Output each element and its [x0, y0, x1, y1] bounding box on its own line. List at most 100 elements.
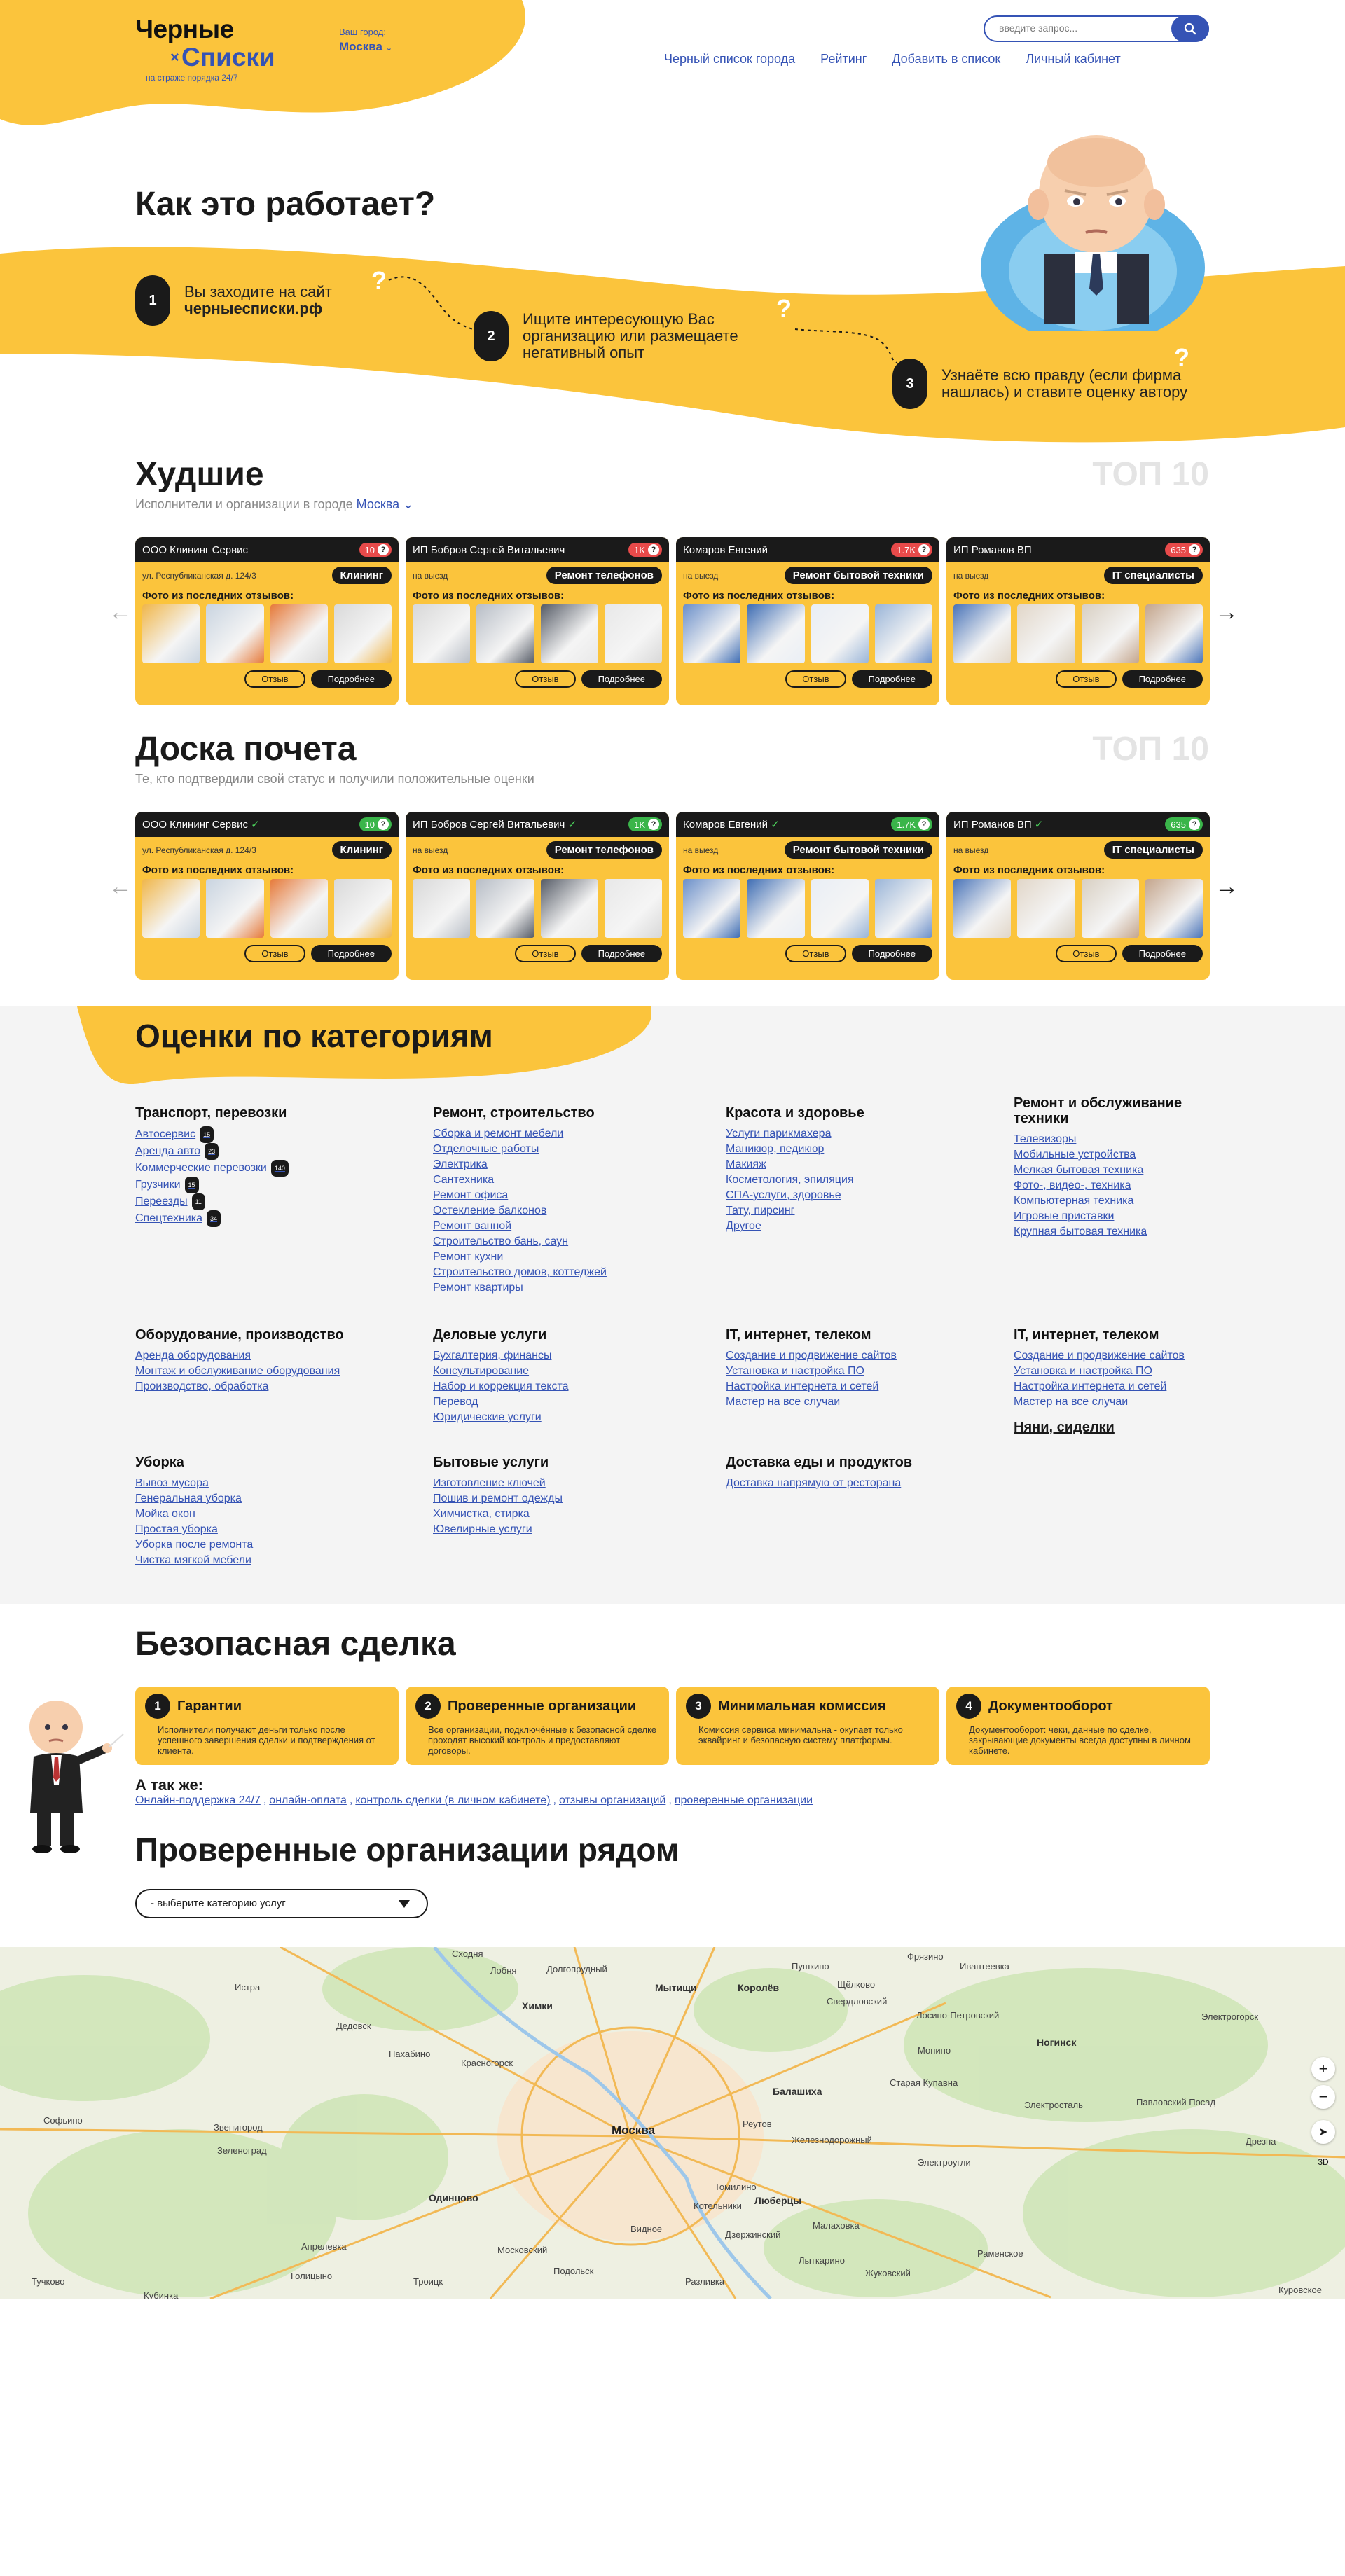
category-link[interactable]: Уборка после ремонта	[135, 1537, 401, 1553]
review-photo[interactable]	[476, 879, 534, 938]
category-link[interactable]: Косметология, эпиляция	[726, 1172, 992, 1188]
org-card[interactable]: Комаров Евгений 1.7K? на выезд Ремонт бы…	[676, 537, 939, 705]
review-button[interactable]: Отзыв	[244, 945, 305, 962]
category-link[interactable]: Ремонт ванной	[433, 1219, 699, 1234]
review-photo[interactable]	[874, 879, 932, 938]
category-link[interactable]: Другое	[726, 1219, 992, 1234]
review-photo[interactable]	[1017, 879, 1075, 938]
org-card[interactable]: ИП Романов ВП 635? на выезд IT специалис…	[946, 537, 1210, 705]
review-photo[interactable]	[142, 879, 200, 938]
category-link[interactable]: Отделочные работы	[433, 1142, 699, 1157]
review-button[interactable]: Отзыв	[244, 670, 305, 688]
category-link[interactable]: Установка и настройка ПО	[1014, 1364, 1210, 1379]
more-button[interactable]: Подробнее	[851, 945, 932, 962]
more-button[interactable]: Подробнее	[581, 945, 662, 962]
category-link[interactable]: Ремонт кухни	[433, 1249, 699, 1265]
org-card[interactable]: Комаров Евгений ✓ 1.7K? на выезд Ремонт …	[676, 812, 939, 980]
category-link[interactable]: Грузчики 15	[135, 1177, 401, 1193]
info-icon[interactable]: ?	[648, 819, 659, 830]
review-photo[interactable]	[476, 604, 534, 663]
map[interactable]: Москва Химки Мытищи Королёв Щёлково Бала…	[0, 1947, 1345, 2299]
category-link[interactable]: Строительство бань, саун	[433, 1234, 699, 1249]
review-photo[interactable]	[874, 604, 932, 663]
info-icon[interactable]: ?	[918, 819, 930, 830]
org-card[interactable]: ИП Бобров Сергей Витальевич 1K? на выезд…	[406, 537, 669, 705]
review-photo[interactable]	[413, 879, 471, 938]
category-link[interactable]: Мастер на все случаи	[1014, 1394, 1210, 1410]
category-link[interactable]: Генеральная уборка	[135, 1491, 401, 1507]
review-button[interactable]: Отзыв	[1056, 945, 1117, 962]
review-photo[interactable]	[1017, 604, 1075, 663]
review-photo[interactable]	[747, 604, 805, 663]
category-link[interactable]: Создание и продвижение сайтов	[1014, 1348, 1210, 1364]
category-link[interactable]: СПА-услуги, здоровье	[726, 1188, 992, 1203]
category-link[interactable]: Компьютерная техника	[1014, 1193, 1210, 1209]
category-link[interactable]: Ювелирные услуги	[433, 1522, 699, 1537]
info-icon[interactable]: ?	[378, 544, 389, 555]
review-photo[interactable]	[540, 879, 598, 938]
category-link[interactable]: Автосервис 15	[135, 1126, 401, 1143]
category-link[interactable]: Вывоз мусора	[135, 1476, 401, 1491]
city-selector[interactable]: Ваш город: Москва ⌄	[339, 27, 392, 54]
category-link[interactable]: Перевод	[433, 1394, 699, 1410]
info-icon[interactable]: ?	[1189, 819, 1200, 830]
category-link[interactable]: Консультирование	[433, 1364, 699, 1379]
review-photo[interactable]	[333, 879, 392, 938]
review-photo[interactable]	[953, 879, 1012, 938]
link-verified-orgs[interactable]: проверенные организации	[675, 1794, 813, 1807]
category-link[interactable]: Чистка мягкой мебели	[135, 1553, 401, 1568]
category-link[interactable]: Аренда авто 23	[135, 1143, 401, 1160]
more-button[interactable]: Подробнее	[1122, 945, 1203, 962]
category-link[interactable]: Создание и продвижение сайтов	[726, 1348, 992, 1364]
category-link[interactable]: Пошив и ремонт одежды	[433, 1491, 699, 1507]
category-link[interactable]: Бухгалтерия, финансы	[433, 1348, 699, 1364]
review-photo[interactable]	[747, 879, 805, 938]
category-link[interactable]: Крупная бытовая техника	[1014, 1224, 1210, 1240]
review-photo[interactable]	[413, 604, 471, 663]
org-card[interactable]: ООО Клининг Сервис ✓ 10? ул. Республикан…	[135, 812, 399, 980]
review-photo[interactable]	[333, 604, 392, 663]
category-link[interactable]: Настройка интернета и сетей	[726, 1379, 992, 1394]
review-photo[interactable]	[1081, 879, 1139, 938]
category-link[interactable]: Сборка и ремонт мебели	[433, 1126, 699, 1142]
link-deal-control[interactable]: контроль сделки (в личном кабинете)	[355, 1794, 550, 1807]
category-select[interactable]: - выберите категорию услуг	[135, 1889, 428, 1918]
category-link[interactable]: Телевизоры	[1014, 1132, 1210, 1147]
link-reviews[interactable]: отзывы организаций	[559, 1794, 665, 1807]
category-link[interactable]: Ремонт квартиры	[433, 1280, 699, 1296]
category-link[interactable]: Доставка напрямую от ресторана	[726, 1476, 992, 1491]
category-link[interactable]: Мастер на все случаи	[726, 1394, 992, 1410]
review-photo[interactable]	[206, 879, 264, 938]
review-photo[interactable]	[811, 604, 869, 663]
review-button[interactable]: Отзыв	[515, 670, 576, 688]
arrow-left-icon[interactable]: ←	[109, 873, 132, 901]
arrow-right-icon[interactable]: →	[1215, 599, 1239, 626]
more-button[interactable]: Подробнее	[1122, 670, 1203, 688]
org-card[interactable]: ООО Клининг Сервис 10? ул. Республиканск…	[135, 537, 399, 705]
category-link[interactable]: Установка и настройка ПО	[726, 1364, 992, 1379]
map-canvas[interactable]	[0, 1947, 1345, 2299]
arrow-right-icon[interactable]: →	[1215, 873, 1239, 901]
category-link[interactable]: Простая уборка	[135, 1522, 401, 1537]
worst-city-selector[interactable]: Москва ⌄	[357, 497, 414, 511]
category-link[interactable]: Переезды 11	[135, 1193, 401, 1210]
locate-me-icon[interactable]: ➤	[1311, 2120, 1335, 2144]
more-button[interactable]: Подробнее	[310, 945, 392, 962]
category-link[interactable]: Игровые приставки	[1014, 1209, 1210, 1224]
nav-blacklist[interactable]: Черный список города	[664, 52, 795, 67]
category-link[interactable]: Набор и коррекция текста	[433, 1379, 699, 1394]
category-link[interactable]: Ремонт офиса	[433, 1188, 699, 1203]
review-button[interactable]: Отзыв	[1056, 670, 1117, 688]
org-card[interactable]: ИП Бобров Сергей Витальевич ✓ 1K? на вые…	[406, 812, 669, 980]
review-photo[interactable]	[270, 604, 328, 663]
review-photo[interactable]	[811, 879, 869, 938]
category-link[interactable]: Мелкая бытовая техника	[1014, 1163, 1210, 1178]
category-link[interactable]: Производство, обработка	[135, 1379, 401, 1394]
nav-rating[interactable]: Рейтинг	[820, 52, 867, 67]
category-link[interactable]: Настройка интернета и сетей	[1014, 1379, 1210, 1394]
category-link[interactable]: Услуги парикмахера	[726, 1126, 992, 1142]
review-button[interactable]: Отзыв	[785, 945, 846, 962]
review-photo[interactable]	[270, 879, 328, 938]
arrow-left-icon[interactable]: ←	[109, 599, 132, 626]
zoom-out-button[interactable]: −	[1311, 2085, 1335, 2109]
